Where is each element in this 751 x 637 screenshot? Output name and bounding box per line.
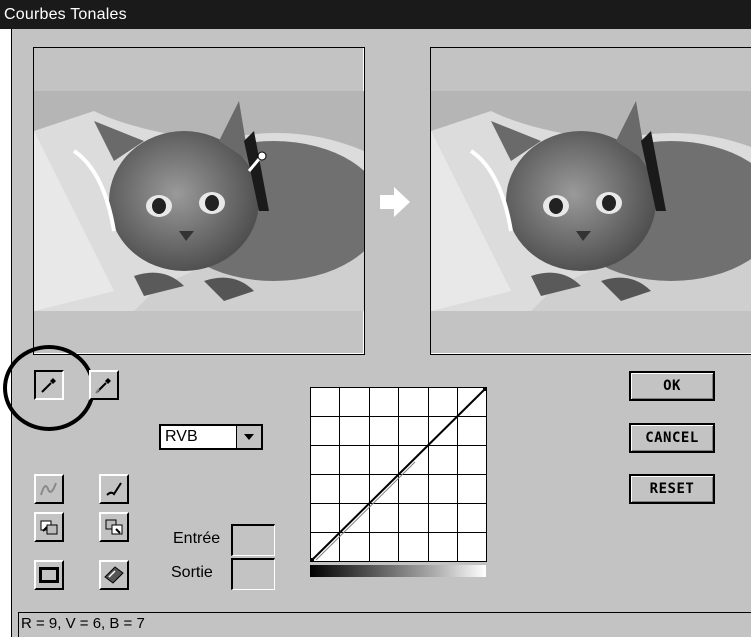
original-image [34,91,364,311]
load-curve-button[interactable] [34,512,64,542]
freeform-curve-icon [40,482,57,496]
help-button[interactable] [99,560,129,590]
tone-gradient-bar [310,565,486,577]
pencil-icon [106,482,122,496]
status-text: R = 9, V = 6, B = 7 [21,615,145,632]
help-book-icon [104,566,124,584]
window-title: Courbes Tonales [4,6,127,23]
cancel-button[interactable]: CANCEL [629,423,715,453]
status-bar: R = 9, V = 6, B = 7 [18,612,751,637]
channel-select[interactable]: RVB [159,424,263,450]
window-frame-edge [11,29,12,637]
eyedropper-button[interactable] [34,370,64,400]
original-preview [33,47,365,355]
eyedropper-icon [41,378,56,393]
window-button[interactable] [34,560,64,590]
curve-end-point[interactable] [483,387,487,391]
save-curve-button[interactable] [99,512,129,542]
corrected-image [431,91,751,311]
pencil-button[interactable] [99,474,129,504]
chevron-down-icon[interactable] [236,426,261,448]
corrected-preview [430,47,751,355]
output-value-field[interactable] [231,558,275,590]
eyedropper-secondary-button[interactable] [89,370,119,400]
load-curve-icon [40,520,58,535]
output-label: Sortie [171,564,213,581]
window-icon [39,567,59,583]
tone-curves-dialog: Courbes Tonales RVB Entrée Sortie OK CAN… [0,0,751,637]
right-arrow-icon [378,185,412,224]
title-bar: Courbes Tonales [0,0,751,29]
eyedropper-secondary-icon [95,378,111,394]
freeform-curve-button[interactable] [34,474,64,504]
channel-select-value: RVB [165,428,198,445]
reset-button[interactable]: RESET [629,474,715,504]
save-curve-icon [105,519,123,535]
tone-curve-graph[interactable] [310,387,488,563]
ok-button[interactable]: OK [629,371,715,401]
input-label: Entrée [173,530,221,547]
input-value-field[interactable] [231,524,275,556]
curve-start-point[interactable] [310,558,314,562]
